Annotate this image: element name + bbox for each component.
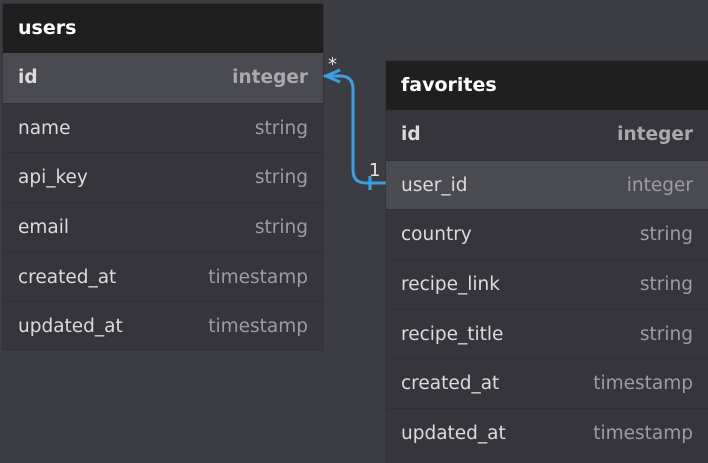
- table-row[interactable]: recipe_link string: [386, 259, 708, 309]
- table-favorites[interactable]: favorites id integer user_id integer cou…: [386, 61, 708, 463]
- table-users[interactable]: users id integer name string api_key str…: [3, 4, 323, 350]
- table-header-users[interactable]: users: [3, 4, 323, 53]
- diagram-canvas: * 1 users id integer name string api_key…: [0, 0, 708, 463]
- column-name: updated_at: [18, 316, 123, 338]
- column-type: integer: [617, 124, 693, 145]
- table-row[interactable]: country string: [386, 209, 708, 259]
- column-type: string: [639, 224, 693, 246]
- column-name: created_at: [18, 266, 117, 288]
- column-name: country: [401, 224, 472, 246]
- column-type: timestamp: [208, 316, 308, 338]
- column-name: created_at: [401, 373, 500, 395]
- table-row[interactable]: api_key string: [3, 152, 323, 202]
- table-row[interactable]: user_id integer: [386, 159, 708, 210]
- column-type: integer: [232, 67, 308, 88]
- column-type: timestamp: [208, 266, 308, 288]
- one-cardinality-label: 1: [369, 160, 381, 181]
- many-cardinality-label: *: [328, 54, 337, 75]
- column-name: id: [18, 67, 38, 88]
- column-type: string: [254, 117, 308, 139]
- column-type: timestamp: [593, 423, 693, 445]
- column-name: updated_at: [401, 423, 506, 445]
- column-type: string: [254, 217, 308, 239]
- column-type: string: [254, 167, 308, 189]
- table-row[interactable]: email string: [3, 202, 323, 252]
- table-row[interactable]: created_at timestamp: [386, 358, 708, 408]
- column-name: recipe_title: [401, 323, 504, 345]
- column-name: user_id: [401, 174, 468, 196]
- column-type: string: [639, 323, 693, 345]
- table-row[interactable]: updated_at timestamp: [3, 301, 323, 351]
- column-name: recipe_link: [401, 274, 500, 296]
- column-type: string: [639, 274, 693, 296]
- column-name: api_key: [18, 167, 88, 189]
- table-row[interactable]: id integer: [3, 53, 323, 103]
- column-type: integer: [626, 174, 693, 196]
- table-row[interactable]: name string: [3, 102, 323, 153]
- table-row[interactable]: id integer: [386, 110, 708, 160]
- column-name: id: [401, 124, 421, 145]
- column-name: name: [18, 117, 71, 139]
- table-row[interactable]: recipe_title string: [386, 308, 708, 359]
- column-type: timestamp: [593, 373, 693, 395]
- table-header-favorites[interactable]: favorites: [386, 61, 708, 110]
- column-name: email: [18, 217, 70, 239]
- table-row[interactable]: updated_at timestamp: [386, 408, 708, 458]
- table-row[interactable]: created_at timestamp: [3, 251, 323, 302]
